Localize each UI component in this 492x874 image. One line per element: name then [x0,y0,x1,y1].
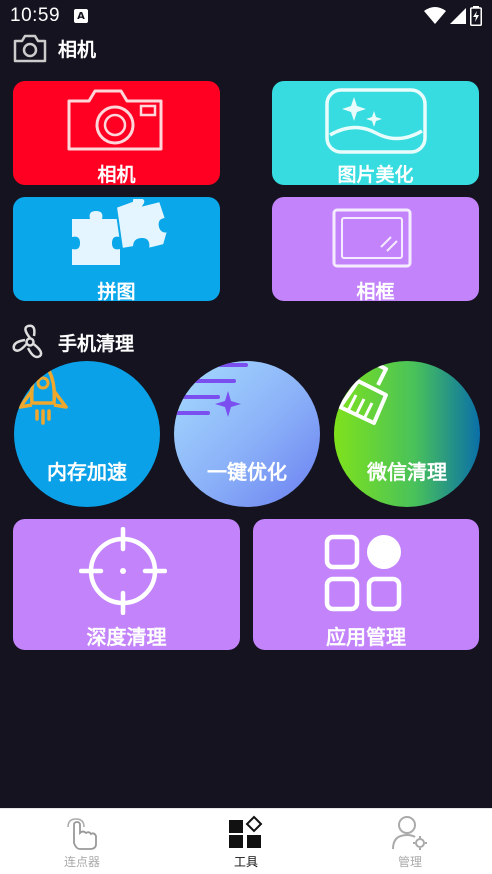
camera-tile[interactable]: 相机 [13,81,220,185]
wechat-clean-label: 微信清理 [367,460,447,484]
wechat-clean-button[interactable]: 微信清理 [334,361,480,507]
nav-label-tools: 工具 [233,855,258,869]
deep-clean-tile[interactable]: 深度清理 [13,519,240,650]
apps-grid-icon [324,534,402,612]
frame-tile-label: 相框 [356,281,395,301]
deep-clean-label: 深度清理 [86,625,167,649]
memory-boost-button[interactable]: 内存加速 [14,361,160,507]
one-click-optimize-button[interactable]: 一键优化 [174,361,320,507]
nav-item-manage[interactable]: 管理 [328,809,492,874]
wifi-icon [424,7,446,24]
photo-beautify-tile[interactable]: 图片美化 [272,81,479,185]
nav-label-clicker: 连点器 [63,855,100,869]
battery-charging-icon [470,6,482,26]
status-bar: 10:59 A [0,0,492,32]
app-management-label: 应用管理 [326,625,406,649]
rocket-icon [18,361,68,425]
camera-tile-label: 相机 [97,164,136,185]
user-gear-icon [392,816,427,850]
frame-tile[interactable]: 相框 [272,197,479,301]
one-click-optimize-label: 一键优化 [207,460,287,484]
list-sparkle-icon [174,363,248,417]
nav-label-manage: 管理 [397,855,422,869]
cleaner-section-title: 手机清理 [58,332,135,355]
bottom-nav: 连点器 工具 管理 [0,808,492,874]
status-icons [424,6,482,26]
tap-hand-icon [67,818,97,850]
frame-icon [332,208,412,268]
tools-grid-icon [229,815,263,848]
puzzle-tile[interactable]: 拼图 [13,197,220,301]
status-time: 10:59 [10,5,61,26]
camera-section-title: 相机 [58,38,97,61]
fan-icon [12,324,43,359]
puzzle-icon [72,199,168,265]
app-management-tile[interactable]: 应用管理 [253,519,479,650]
a-badge-icon: A [74,9,89,23]
nav-item-clicker[interactable]: 连点器 [0,809,164,874]
camera-icon [67,89,163,151]
camera-section-header: 相机 [12,32,96,64]
memory-boost-label: 内存加速 [47,460,127,484]
broom-icon [338,361,388,425]
crosshair-icon [79,527,167,615]
photo-beautify-tile-label: 图片美化 [337,164,414,185]
puzzle-tile-label: 拼图 [97,281,136,301]
cleaner-section-header: 手机清理 [12,324,134,360]
nav-item-tools[interactable]: 工具 [164,809,328,874]
camera-outline-icon [13,34,47,63]
signal-icon [450,8,466,24]
landscape-sparkle-icon [325,88,427,154]
